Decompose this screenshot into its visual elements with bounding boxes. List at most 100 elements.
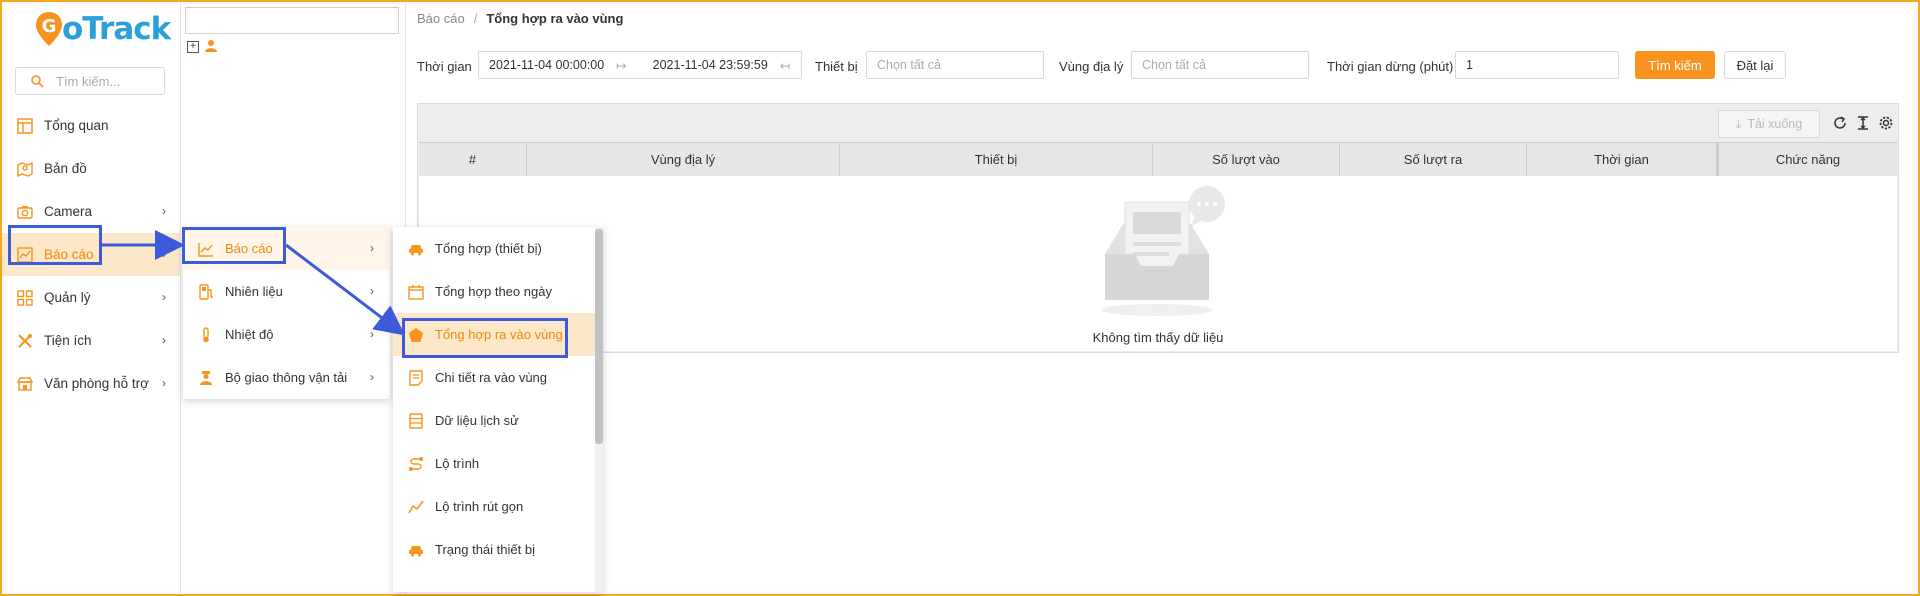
dashboard-icon (16, 117, 34, 135)
sidebar-search-input[interactable] (54, 72, 158, 90)
chevron-right-icon: › (162, 290, 166, 304)
empty-inbox-icon (1101, 186, 1225, 316)
column-header-entries[interactable]: Số lượt vào (1153, 143, 1340, 176)
highlight-box-tong-hop-ra-vao-vung (402, 318, 568, 358)
sidebar-item-tien-ich[interactable]: Tiện ích › (2, 319, 180, 362)
column-header-device[interactable]: Thiết bị (840, 143, 1153, 176)
highlight-box-submenu-bao-cao (182, 227, 286, 264)
report-item-label: Chi tiết ra vào vùng (435, 370, 548, 385)
column-header-region[interactable]: Vùng địa lý (527, 143, 840, 176)
submenu-item-nhien-lieu[interactable]: Nhiên liệu › (183, 270, 390, 313)
stop-time-label: Thời gian dừng (phút) (1327, 59, 1454, 74)
download-label: Tải xuống (1747, 117, 1803, 131)
sidebar-item-ban-do[interactable]: Bản đồ (2, 147, 180, 190)
chevron-right-icon: › (162, 247, 166, 261)
report-item-tong-hop-theo-ngay[interactable]: Tổng hợp theo ngày (393, 270, 603, 313)
chevron-right-icon: › (370, 370, 374, 384)
chevron-right-icon: › (162, 376, 166, 390)
download-icon: ⤓ (1735, 116, 1742, 131)
region-label: Vùng địa lý (1059, 59, 1124, 74)
main-content: Báo cáo / Tổng hợp ra vào vùng Thời gian 2… (406, 2, 1918, 594)
breadcrumb-separator: / (473, 11, 478, 26)
column-header-index[interactable]: # (419, 143, 527, 176)
empty-state-text: Không tìm thấy dữ liệu (1092, 330, 1224, 345)
sidebar-item-label: Quản lý (44, 290, 91, 305)
report-item-du-lieu-lich-su[interactable]: Dữ liệu lịch sử (393, 399, 603, 442)
submenu-item-bo-giao-thong[interactable]: Bộ giao thông vận tải › (183, 356, 390, 399)
sidebar-item-label: Bản đồ (44, 161, 87, 176)
map-icon (16, 160, 34, 178)
report-item-trang-thai-thiet-bi[interactable]: Trạng thái thiết bị (393, 528, 603, 571)
route-icon (407, 455, 425, 473)
sidebar-item-quan-ly[interactable]: Quản lý › (2, 276, 180, 319)
device-label: Thiết bị (815, 59, 858, 74)
search-button[interactable]: Tìm kiếm (1635, 51, 1715, 79)
car-icon (407, 240, 425, 258)
report-grid: ⤓ Tải xuống # Vùng địa lý Thiết bị Số lư… (417, 103, 1899, 353)
submenu-item-label: Nhiên liệu (225, 284, 283, 299)
expand-icon[interactable]: + (187, 41, 199, 53)
range-start-icon: ↦ (616, 58, 627, 73)
device-select[interactable]: Chọn tất cả (866, 51, 1044, 79)
report-item-label: Lộ trình rút gọn (435, 499, 524, 514)
stop-time-value: 1 (1466, 58, 1473, 72)
search-icon (31, 75, 44, 88)
settings-gear-icon[interactable] (1878, 115, 1894, 131)
submenu-item-label: Nhiệt độ (225, 327, 274, 342)
gotrack-logo[interactable]: G oTrack (34, 8, 171, 50)
reset-button[interactable]: Đặt lại (1724, 51, 1786, 79)
tree-search-input[interactable] (185, 7, 399, 34)
chevron-right-icon: › (162, 333, 166, 347)
scrollbar-thumb[interactable] (595, 229, 603, 444)
column-height-icon[interactable] (1855, 115, 1871, 131)
trend-icon (407, 498, 425, 516)
chevron-right-icon: › (370, 327, 374, 341)
sidebar-item-tong-quan[interactable]: Tổng quan (2, 104, 180, 147)
column-header-actions[interactable]: Chức năng (1717, 143, 1897, 176)
report-item-lo-trinh-rut-gon[interactable]: Lộ trình rút gọn (393, 485, 603, 528)
time-range-picker[interactable]: 2021-11-04 00:00:00 ↦ 2021-11-04 23:59:5… (478, 51, 802, 79)
submenu-item-label: Bộ giao thông vận tải (225, 370, 348, 385)
report-item-label: Dữ liệu lịch sử (435, 413, 519, 428)
sidebar-item-label: Camera (44, 204, 93, 219)
chevron-right-icon: › (162, 204, 166, 218)
report-item-label: Trạng thái thiết bị (435, 542, 535, 557)
report-item-chi-tiet-ra-vao-vung[interactable]: Chi tiết ra vào vùng (393, 356, 603, 399)
highlight-box-sidebar-bao-cao (8, 225, 102, 265)
report-item-label: Tổng hợp theo ngày (435, 284, 552, 299)
range-end-icon: ↤ (779, 58, 791, 73)
time-to[interactable]: 2021-11-04 23:59:59 (653, 58, 768, 72)
refresh-icon[interactable] (1832, 115, 1848, 131)
officer-icon (197, 369, 215, 387)
column-header-time[interactable]: Thời gian (1527, 143, 1717, 176)
car-icon (407, 541, 425, 559)
sidebar-item-van-phong-ho-tro[interactable]: Văn phòng hỗ trợ › (2, 362, 180, 405)
submenu-item-nhiet-do[interactable]: Nhiệt độ › (183, 313, 390, 356)
chevron-right-icon: › (370, 284, 374, 298)
time-label: Thời gian (417, 59, 472, 74)
fuel-icon (197, 283, 215, 301)
filter-bar: Thời gian 2021-11-04 00:00:00 ↦ 2021-11-… (417, 51, 1897, 81)
sidebar-search[interactable] (15, 67, 165, 95)
breadcrumb-parent[interactable]: Báo cáo (417, 11, 465, 26)
logo-text: oTrack (62, 11, 171, 47)
document-icon (407, 369, 425, 387)
region-select[interactable]: Chọn tất cả (1131, 51, 1309, 79)
logo-initial: G (42, 16, 57, 37)
report-item-lo-trinh[interactable]: Lộ trình (393, 442, 603, 485)
column-header-exits[interactable]: Số lượt ra (1340, 143, 1527, 176)
tools-icon (16, 332, 34, 350)
user-group-icon[interactable] (204, 39, 218, 53)
report-item-tong-hop-thiet-bi[interactable]: Tổng hợp (thiết bị) (393, 227, 603, 270)
grid-icon (16, 289, 34, 307)
submenu-scrollbar[interactable] (595, 227, 603, 592)
download-button[interactable]: ⤓ Tải xuống (1718, 110, 1820, 138)
report-type-submenu: Tổng hợp (thiết bị) Tổng hợp theo ngày T… (393, 227, 603, 592)
table-body: Không tìm thấy dữ liệu (419, 176, 1897, 351)
region-placeholder: Chọn tất cả (1142, 58, 1206, 72)
calendar-icon (407, 283, 425, 301)
stop-time-input[interactable]: 1 (1455, 51, 1619, 79)
thermometer-icon (197, 326, 215, 344)
report-item-label: Lộ trình (435, 456, 480, 471)
time-from[interactable]: 2021-11-04 00:00:00 (489, 58, 604, 72)
